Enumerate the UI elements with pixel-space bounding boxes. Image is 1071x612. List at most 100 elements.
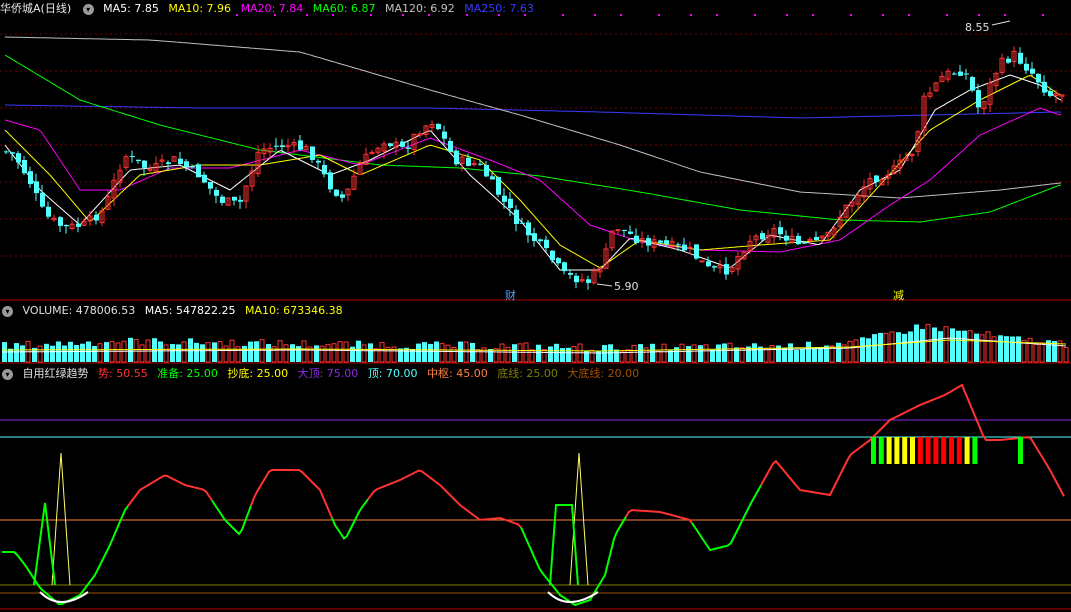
candle-down (514, 209, 519, 224)
candle-down (232, 196, 237, 201)
volume-bar-up (343, 341, 349, 363)
marker-dot (850, 14, 852, 16)
volume-bar-up (727, 342, 733, 363)
volume-bar-down (470, 342, 475, 362)
candle-up (699, 260, 705, 263)
signal-bar (1018, 437, 1023, 464)
volume-value: VOLUME: 478006.53 (22, 304, 136, 317)
volume-bars (2, 324, 1069, 363)
signal-bar (972, 437, 978, 464)
indicator-name[interactable]: 自用红绿趋势 (23, 367, 89, 380)
marker-dot (946, 14, 948, 16)
volume-bar-up (979, 334, 985, 363)
candle-down (28, 171, 33, 185)
volume-bar-down (932, 327, 937, 362)
marker-dot (786, 14, 788, 16)
volume-bar-up (625, 349, 631, 363)
volume-bar-up (319, 345, 325, 363)
volume-bar-up (439, 343, 445, 363)
candle-down (1030, 68, 1035, 74)
candle-down (166, 162, 171, 164)
volume-bar-up (181, 341, 187, 363)
volume-bar-down (686, 346, 691, 362)
volume-bar-up (631, 344, 637, 363)
candle-down (1006, 58, 1011, 63)
volume-bar-up (1027, 337, 1033, 363)
volume-bar-down (860, 337, 865, 362)
volume-bar-up (985, 331, 991, 363)
volume-bar-up (1039, 342, 1045, 363)
volume-bar-down (50, 345, 55, 362)
marker-dot (908, 14, 910, 16)
candle-down (328, 172, 333, 190)
candle-down (874, 175, 879, 182)
volume-bar-down (170, 344, 175, 362)
candle-down (214, 190, 219, 196)
period-label[interactable]: (日线) (41, 2, 72, 15)
volume-bar-down (812, 348, 817, 362)
candle-down (976, 90, 981, 108)
volume-bar-down (836, 342, 841, 362)
volume-bar-up (163, 344, 169, 363)
marker-dot (658, 14, 660, 16)
volume-bar-down (650, 343, 655, 362)
volume-bar-down (920, 329, 925, 362)
trend-line-segment (127, 474, 213, 507)
volume-bar-up (847, 340, 853, 363)
candle-up (369, 151, 375, 154)
volume-bar-up (325, 343, 331, 363)
ma250-line (5, 104, 1061, 119)
signal-bar (925, 437, 931, 464)
bottom-buy-value: 抄底: 25.00 (227, 367, 289, 380)
big-top-value: 大顶: 75.00 (297, 367, 359, 380)
candle-down (316, 160, 321, 163)
stock-name[interactable]: 华侨城A (0, 2, 41, 15)
volume-bar-down (422, 342, 427, 362)
volume-bar-down (314, 345, 319, 362)
signal-bar (871, 437, 876, 464)
volume-bar-up (763, 348, 769, 363)
volume-bar-down (602, 345, 607, 362)
candle-down (1024, 63, 1029, 71)
candle-down (190, 166, 195, 168)
volume-bar-up (445, 344, 451, 363)
candle-down (220, 196, 225, 203)
volume-bar-down (956, 330, 961, 362)
volume-bar-up (943, 326, 949, 363)
volume-bar-down (266, 344, 271, 362)
volume-bar-down (428, 343, 433, 362)
volume-bar-down (1010, 336, 1015, 362)
collapse-icon[interactable]: ▾ (82, 3, 94, 15)
signal-bar (941, 437, 947, 464)
candle-down (58, 217, 63, 226)
candle-down (658, 240, 663, 243)
signal-bar (902, 437, 908, 464)
volume-bar-down (782, 348, 787, 362)
signal-bar (917, 437, 923, 464)
candle-down (40, 192, 45, 207)
high-price-marker: 8.55 (965, 21, 990, 34)
signal-bar (949, 437, 954, 464)
volume-bar-up (889, 331, 895, 363)
candle-down (10, 152, 15, 154)
volume-bar-up (205, 342, 211, 363)
event-marker-reduce[interactable]: 减 (893, 289, 904, 302)
candle-down (388, 143, 393, 146)
trend-value: 势: 50.55 (98, 367, 148, 380)
marker-dot (1042, 14, 1044, 16)
candle-down (760, 233, 765, 240)
volume-bar-up (337, 341, 343, 363)
volume-bar-down (974, 333, 979, 362)
volume-panel-header: ▾ VOLUME: 478006.53 MA5: 547822.25 MA10:… (0, 303, 349, 319)
candle-down (448, 141, 453, 152)
volume-bar-down (44, 343, 49, 362)
volume-bar-up (619, 351, 625, 363)
candle-up (687, 246, 693, 249)
collapse-icon[interactable]: ▾ (2, 368, 13, 380)
event-marker-finance[interactable]: 财 (505, 288, 516, 302)
candle-down (208, 182, 213, 189)
candle-down (628, 231, 633, 234)
trend-line-segment (2, 505, 129, 606)
high-marker-arrow (991, 20, 1011, 26)
collapse-icon[interactable]: ▾ (2, 305, 13, 317)
